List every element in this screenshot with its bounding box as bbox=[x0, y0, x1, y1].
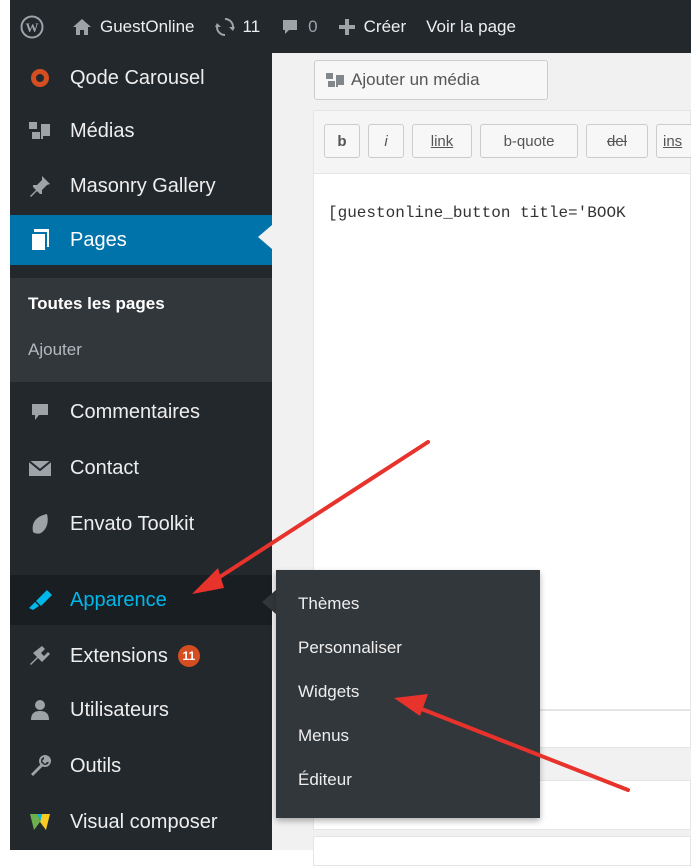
brush-icon bbox=[10, 588, 70, 612]
wordpress-icon: W bbox=[20, 15, 44, 38]
menu-label: Visual composer bbox=[70, 810, 218, 833]
updates-link[interactable]: 11 bbox=[205, 0, 271, 53]
bottom-panel bbox=[313, 836, 691, 866]
menu-contact[interactable]: Contact bbox=[10, 443, 272, 493]
submenu-all-pages[interactable]: Toutes les pages bbox=[28, 294, 165, 314]
menu-label: Utilisateurs bbox=[70, 698, 169, 721]
menu-medias[interactable]: Médias bbox=[10, 106, 272, 156]
plus-icon bbox=[338, 18, 355, 35]
menu-masonry-gallery[interactable]: Masonry Gallery bbox=[10, 161, 272, 211]
update-count-badge: 11 bbox=[177, 645, 200, 667]
home-icon bbox=[73, 18, 91, 35]
menu-utilisateurs[interactable]: Utilisateurs bbox=[10, 685, 272, 735]
pages-icon bbox=[10, 228, 70, 252]
menu-visual-composer[interactable]: Visual composer bbox=[10, 797, 272, 847]
updates-icon bbox=[214, 17, 235, 36]
vc-icon bbox=[10, 810, 70, 834]
flyout-notch bbox=[262, 590, 276, 614]
menu-extensions[interactable]: Extensions 11 bbox=[10, 631, 272, 681]
pin-icon bbox=[10, 174, 70, 198]
comments-link[interactable]: 0 bbox=[270, 0, 327, 53]
menu-qode-carousel[interactable]: Qode Carousel bbox=[10, 53, 272, 103]
view-page-label: Voir la page bbox=[426, 16, 516, 36]
menu-label: Pages bbox=[70, 228, 127, 251]
menu-commentaires[interactable]: Commentaires bbox=[10, 387, 272, 437]
menu-pages[interactable]: Pages bbox=[10, 215, 272, 265]
menu-label: Outils bbox=[70, 754, 122, 777]
add-media-button[interactable]: Ajouter un média bbox=[314, 60, 548, 100]
admin-sidebar: Qode Carousel Médias Masonry Gallery Pag… bbox=[10, 53, 272, 850]
current-menu-notch bbox=[258, 225, 272, 249]
leaf-icon bbox=[10, 512, 70, 536]
menu-label: Extensions bbox=[70, 644, 168, 667]
flyout-widgets[interactable]: Widgets bbox=[298, 682, 359, 702]
carousel-icon bbox=[10, 67, 70, 89]
updates-count: 11 bbox=[242, 16, 261, 36]
admin-bar: W GuestOnline 11 0 Créer Voir la page bbox=[10, 0, 691, 53]
wordpress-logo-button[interactable]: W bbox=[10, 0, 62, 53]
site-name: GuestOnline bbox=[100, 16, 195, 36]
menu-label: Qode Carousel bbox=[70, 66, 205, 89]
flyout-customize[interactable]: Personnaliser bbox=[298, 638, 402, 658]
media-icon bbox=[10, 120, 70, 142]
site-name-link[interactable]: GuestOnline bbox=[62, 0, 205, 53]
menu-label: Médias bbox=[70, 119, 135, 142]
blockquote-button[interactable]: b-quote bbox=[480, 124, 578, 158]
submenu-add-page[interactable]: Ajouter bbox=[28, 340, 82, 360]
del-button[interactable]: del bbox=[586, 124, 648, 158]
wrench-icon bbox=[10, 754, 70, 778]
svg-text:W: W bbox=[26, 20, 39, 35]
mail-icon bbox=[10, 458, 70, 478]
menu-outils[interactable]: Outils bbox=[10, 741, 272, 791]
flyout-menus[interactable]: Menus bbox=[298, 726, 349, 746]
menu-label: Envato Toolkit bbox=[70, 512, 195, 535]
menu-envato-toolkit[interactable]: Envato Toolkit bbox=[10, 499, 272, 549]
apparence-flyout-submenu: Thèmes Personnaliser Widgets Menus Édite… bbox=[276, 570, 540, 818]
flyout-themes[interactable]: Thèmes bbox=[298, 594, 359, 614]
new-label: Créer bbox=[363, 16, 407, 36]
view-page-link[interactable]: Voir la page bbox=[416, 0, 526, 53]
comment-icon bbox=[10, 401, 70, 423]
plugin-icon bbox=[10, 644, 70, 668]
comments-count: 0 bbox=[308, 16, 318, 36]
flyout-editor[interactable]: Éditeur bbox=[298, 770, 352, 790]
italic-button[interactable]: i bbox=[368, 124, 404, 158]
add-media-label: Ajouter un média bbox=[351, 70, 480, 89]
pages-submenu: Toutes les pages Ajouter bbox=[10, 278, 272, 382]
media-icon bbox=[326, 73, 344, 87]
new-content-link[interactable]: Créer bbox=[328, 0, 417, 53]
ins-button[interactable]: ins bbox=[656, 124, 691, 158]
menu-label: Commentaires bbox=[70, 400, 201, 423]
menu-label: Contact bbox=[70, 456, 139, 479]
link-button[interactable]: link bbox=[412, 124, 472, 158]
bold-button[interactable]: b bbox=[324, 124, 360, 158]
menu-label: Masonry Gallery bbox=[70, 174, 216, 197]
menu-apparence[interactable]: Apparence bbox=[10, 575, 272, 625]
comment-icon bbox=[283, 19, 298, 34]
editor-content: [guestonline_button title='BOOK bbox=[328, 204, 626, 222]
user-icon bbox=[10, 699, 70, 721]
menu-label: Apparence bbox=[70, 588, 167, 611]
